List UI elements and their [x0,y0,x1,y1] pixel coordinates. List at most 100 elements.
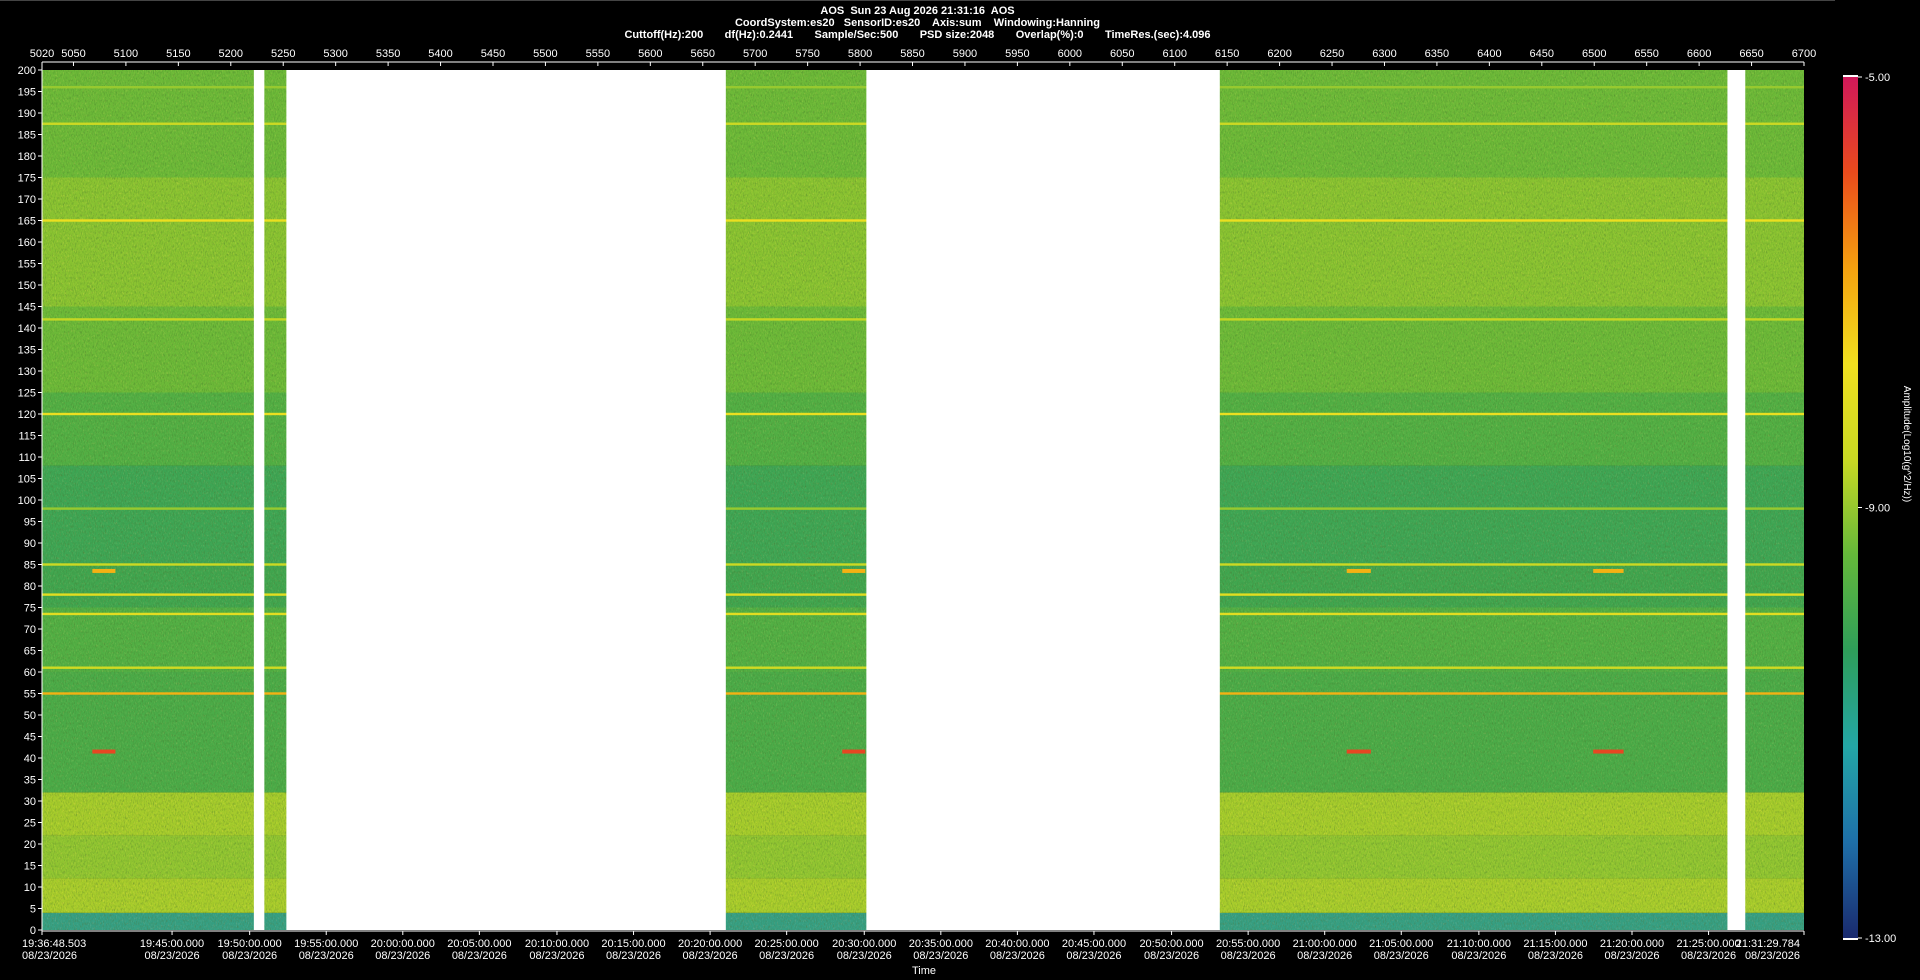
y-tick-label: 40 [24,753,36,765]
plot-area [42,70,1804,930]
top-tick-label: 6100 [1162,48,1186,60]
time-tick-label: 21:25:00.000 [1676,938,1740,950]
time-tick-label: 20:40:00.000 [985,938,1049,950]
y-tick-label: 120 [18,409,36,421]
y-tick-label: 90 [24,538,36,550]
time-tick-label: 20:00:00.000 [371,938,435,950]
top-tick-label: 6500 [1582,48,1606,60]
time-tick-date: 08/23/2026 [1745,950,1800,962]
colorbar-bottom-cap [1843,938,1858,940]
y-tick-label: 75 [24,603,36,615]
y-tick-label: 35 [24,775,36,787]
y-tick-label: 135 [18,345,36,357]
time-tick-label: 20:50:00.000 [1139,938,1203,950]
y-tick-label: 130 [18,366,36,378]
y-tick-label: 60 [24,667,36,679]
y-tick-label: 45 [24,732,36,744]
y-tick-label: 140 [18,323,36,335]
top-tick-label: 6450 [1530,48,1554,60]
time-tick-date: 08/23/2026 [529,950,584,962]
y-tick-label: 65 [24,646,36,658]
time-tick-date: 08/23/2026 [837,950,892,962]
y-tick-label: 190 [18,108,36,120]
y-tick-label: 0 [30,925,36,937]
time-tick-date: 08/23/2026 [452,950,507,962]
top-tick-label: 6050 [1110,48,1134,60]
time-tick-label: 20:05:00.000 [447,938,511,950]
event-mark [92,568,116,573]
y-tick-label: 15 [24,861,36,873]
top-tick-label: 5250 [271,48,295,60]
time-tick-label: 20:25:00.000 [755,938,819,950]
colorbar-tick-label: -5.00 [1865,72,1890,84]
y-tick-label: 30 [24,796,36,808]
y-tick-label: 185 [18,130,36,142]
top-tick-label: 5100 [114,48,138,60]
y-tick-label: 160 [18,237,36,249]
y-tick-label: 110 [18,452,36,464]
y-tick-label: 100 [18,495,36,507]
time-tick-label: 20:10:00.000 [525,938,589,950]
event-mark [1346,749,1371,754]
time-tick-date: 08/23/2026 [606,950,661,962]
top-tick-label: 5850 [900,48,924,60]
top-tick-label: 5700 [743,48,767,60]
top-tick-label: 5750 [795,48,819,60]
top-tick-label: 6650 [1739,48,1763,60]
event-mark [1593,749,1624,754]
time-tick-label: 20:30:00.000 [832,938,896,950]
y-tick-label: 195 [18,87,36,99]
time-tick-date: 08/23/2026 [683,950,738,962]
colorbar-tick-label: -13.00 [1865,933,1896,945]
y-tick-label: 115 [18,431,36,443]
y-tick-label: 150 [18,280,36,292]
y-tick-label: 25 [24,818,36,830]
time-tick-date: 08/23/2026 [913,950,968,962]
top-tick-label: 5600 [638,48,662,60]
time-tick-date: 08/23/2026 [1681,950,1736,962]
time-tick-date: 08/23/2026 [1066,950,1121,962]
top-tick-label: 5050 [61,48,85,60]
time-tick-date: 08/23/2026 [1604,950,1659,962]
top-tick-label: 6300 [1372,48,1396,60]
y-tick-label: 10 [24,882,36,894]
y-tick-label: 180 [18,151,36,163]
y-tick-label: 145 [18,302,36,314]
time-tick-date: 08/23/2026 [990,950,1045,962]
y-tick-label: 80 [24,581,36,593]
top-tick-label: 5020 [30,48,54,60]
time-tick-date: 08/23/2026 [145,950,200,962]
top-tick-label: 5450 [481,48,505,60]
top-tick-label: 6600 [1687,48,1711,60]
top-tick-label: 5300 [323,48,347,60]
time-tick-label: 20:15:00.000 [601,938,665,950]
event-mark [1346,568,1371,573]
time-tick-date: 08/23/2026 [222,950,277,962]
time-tick-label: 21:05:00.000 [1369,938,1433,950]
y-tick-label: 165 [18,216,36,228]
top-tick-label: 5500 [533,48,557,60]
event-mark [92,749,116,754]
time-tick-label: 19:36:48.503 [22,938,86,950]
top-tick-label: 5900 [953,48,977,60]
colorbar-label: Amplitude(Log10(g^2/Hz)) [1901,386,1912,502]
time-tick-label: 21:15:00.000 [1523,938,1587,950]
top-tick-label: 6150 [1215,48,1239,60]
time-tick-label: 21:00:00.000 [1293,938,1357,950]
y-tick-label: 55 [24,689,36,701]
time-tick-label: 20:55:00.000 [1216,938,1280,950]
colorbar-top-cap [1843,75,1858,77]
top-tick-label: 5200 [219,48,243,60]
data-gap [253,70,265,930]
y-tick-label: 95 [24,517,36,529]
y-tick-label: 155 [18,259,36,271]
top-tick-label: 6200 [1267,48,1291,60]
y-tick-label: 125 [18,388,36,400]
y-tick-label: 170 [18,194,36,206]
time-tick-label: 20:45:00.000 [1062,938,1126,950]
data-gap [286,70,726,930]
time-tick-date: 08/23/2026 [1144,950,1199,962]
time-tick-date: 08/23/2026 [1451,950,1506,962]
top-tick-label: 6550 [1634,48,1658,60]
top-tick-label: 6700 [1792,48,1816,60]
